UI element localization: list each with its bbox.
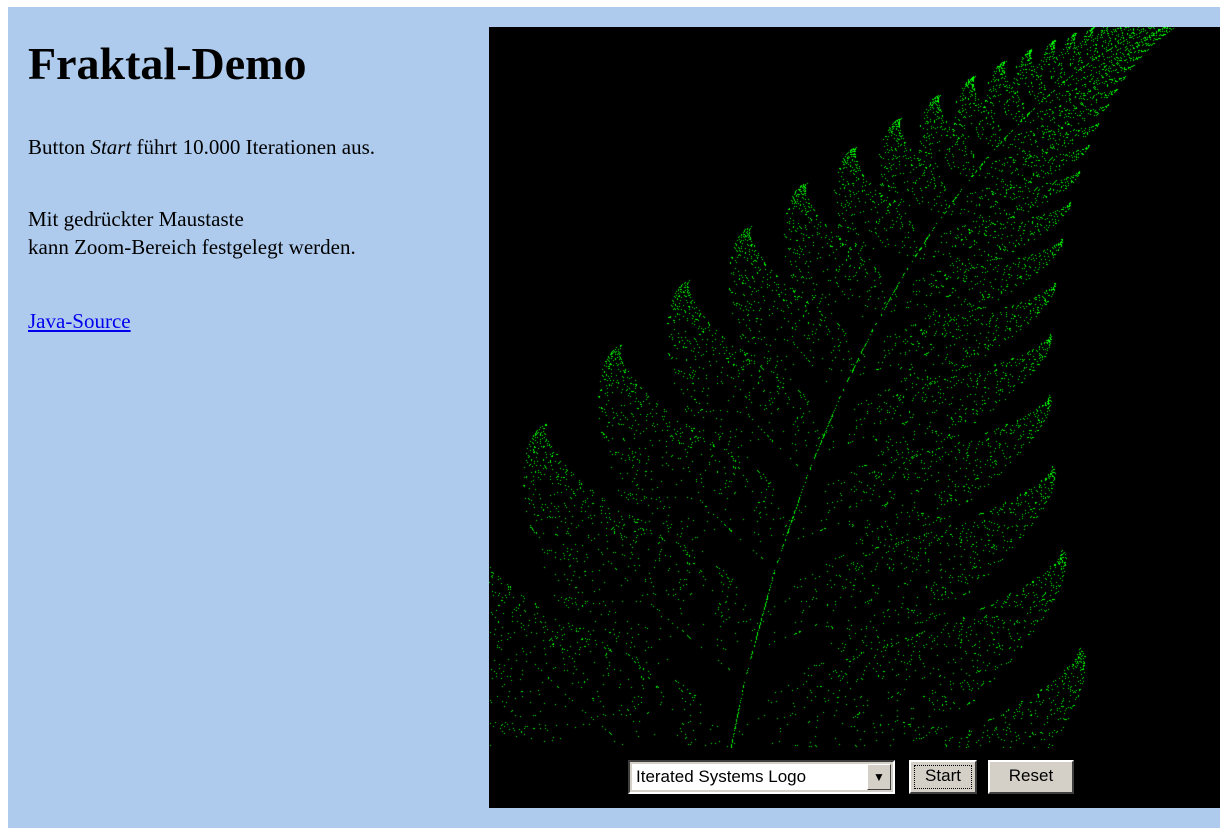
zoom-hint-line2: kann Zoom-Bereich festgelegt werden. [28,235,356,259]
zoom-hint-line1: Mit gedrückter Maustaste [28,207,244,231]
intro-text: Button Start führt 10.000 Iterationen au… [28,133,375,161]
fractal-select-value: Iterated Systems Logo [632,764,868,790]
fractal-select[interactable]: Iterated Systems Logo ▼ [628,760,895,794]
reset-button[interactable]: Reset [988,760,1074,794]
intro-start-word: Start [90,135,132,159]
page-content: Fraktal-Demo Button Start führt 10.000 I… [8,7,1220,828]
page-title: Fraktal-Demo [28,38,307,89]
applet-controls: Iterated Systems Logo ▼ Start Reset [489,748,1220,808]
triangle-down-icon[interactable]: ▼ [867,764,891,790]
start-button[interactable]: Start [909,760,977,794]
intro-suffix: führt 10.000 Iterationen aus. [131,135,376,159]
fractal-canvas[interactable] [489,27,1220,748]
fractal-applet: Iterated Systems Logo ▼ Start Reset [489,27,1220,808]
intro-prefix: Button [28,135,91,159]
java-source-link[interactable]: Java-Source [28,309,131,334]
